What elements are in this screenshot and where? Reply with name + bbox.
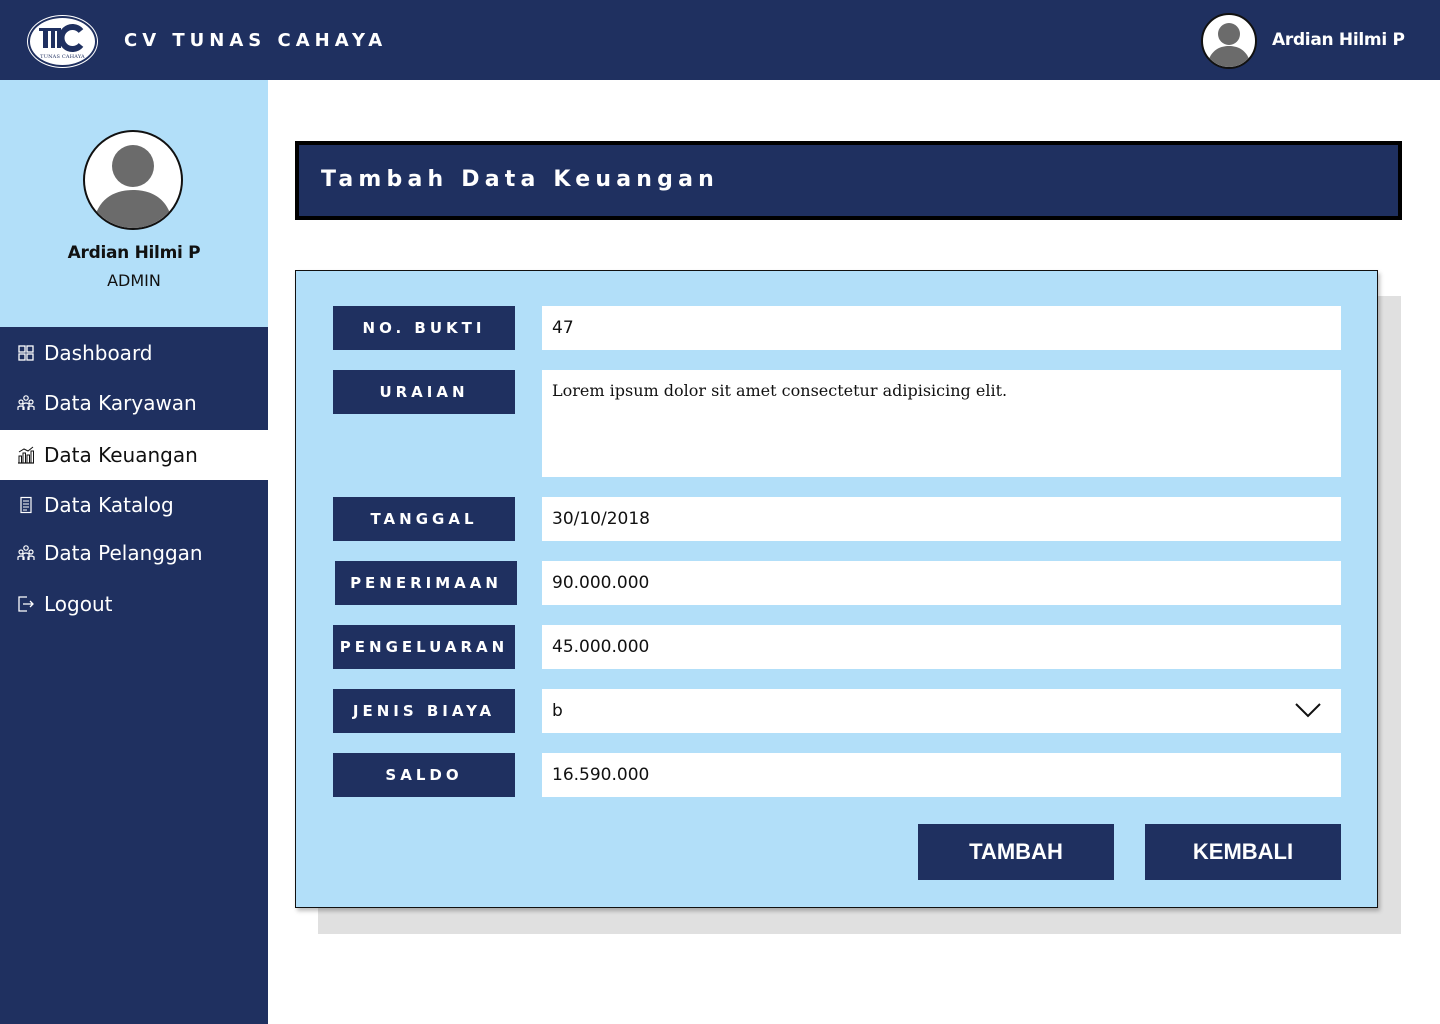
sidebar-item-label: Data Katalog xyxy=(44,493,174,517)
penerimaan-label: PENERIMAAN xyxy=(335,561,517,605)
kembali-button[interactable]: KEMBALI xyxy=(1145,824,1341,880)
user-avatar[interactable] xyxy=(1201,13,1257,69)
people-icon xyxy=(17,545,35,560)
uraian-label: URAIAN xyxy=(333,370,515,414)
page-title: Tambah Data Keuangan xyxy=(321,167,719,192)
uraian-textarea[interactable]: Lorem ipsum dolor sit amet consectetur a… xyxy=(542,370,1341,477)
tambah-button[interactable]: TAMBAH xyxy=(918,824,1114,880)
no-bukti-label: NO. BUKTI xyxy=(333,306,515,350)
finance-chart-icon xyxy=(18,446,34,464)
sidebar-item-label: Data Karyawan xyxy=(44,391,197,415)
top-bar: TUNAS CAHAYA CV TUNAS CAHAYA Ardian Hilm… xyxy=(0,0,1440,80)
sidebar-item-label: Logout xyxy=(44,592,113,616)
tanggal-input[interactable]: 30/10/2018 xyxy=(542,497,1341,541)
jenis-biaya-select[interactable]: b xyxy=(542,689,1341,733)
sidebar-item-dashboard[interactable]: Dashboard xyxy=(0,328,268,378)
logo-caption: TUNAS CAHAYA xyxy=(40,54,85,60)
logout-icon xyxy=(18,596,34,612)
chevron-down-icon[interactable] xyxy=(1294,702,1322,718)
sidebar-item-data-katalog[interactable]: Data Katalog xyxy=(0,480,268,530)
pengeluaran-input[interactable]: 45.000.000 xyxy=(542,625,1341,669)
dashboard-grid-icon xyxy=(18,345,34,361)
sidebar-item-data-keuangan[interactable]: Data Keuangan xyxy=(0,430,268,480)
no-bukti-input[interactable]: 47 xyxy=(542,306,1341,350)
sidebar-item-data-karyawan[interactable]: Data Karyawan xyxy=(0,378,268,428)
sidebar-item-data-pelanggan[interactable]: Data Pelanggan xyxy=(0,528,268,578)
saldo-input[interactable]: 16.590.000 xyxy=(542,753,1341,797)
page-title-bar: Tambah Data Keuangan xyxy=(295,141,1402,220)
sidebar-item-label: Dashboard xyxy=(44,341,153,365)
company-logo[interactable]: TUNAS CAHAYA xyxy=(28,16,97,67)
sidebar: Ardian Hilmi P ADMIN Dashboard Data Kary… xyxy=(0,80,268,1024)
sidebar-item-label: Data Keuangan xyxy=(44,443,198,467)
jenis-biaya-value: b xyxy=(552,701,563,721)
profile-avatar xyxy=(83,130,183,230)
jenis-biaya-label: JENIS BIAYA xyxy=(333,689,515,733)
sidebar-profile: Ardian Hilmi P ADMIN xyxy=(0,80,268,327)
people-icon xyxy=(17,395,35,410)
saldo-label: SALDO xyxy=(333,753,515,797)
sidebar-item-logout[interactable]: Logout xyxy=(0,579,268,629)
sidebar-item-label: Data Pelanggan xyxy=(44,541,203,565)
avatar-icon xyxy=(1207,23,1251,67)
tanggal-label: TANGGAL xyxy=(333,497,515,541)
pengeluaran-label: PENGELUARAN xyxy=(333,625,515,669)
brand-name: CV TUNAS CAHAYA xyxy=(124,30,388,51)
header-user-name[interactable]: Ardian Hilmi P xyxy=(1272,30,1405,50)
catalog-icon xyxy=(20,496,32,514)
profile-name: Ardian Hilmi P xyxy=(67,243,201,263)
profile-role: ADMIN xyxy=(107,271,161,290)
avatar-icon xyxy=(93,145,173,228)
penerimaan-input[interactable]: 90.000.000 xyxy=(542,561,1341,605)
